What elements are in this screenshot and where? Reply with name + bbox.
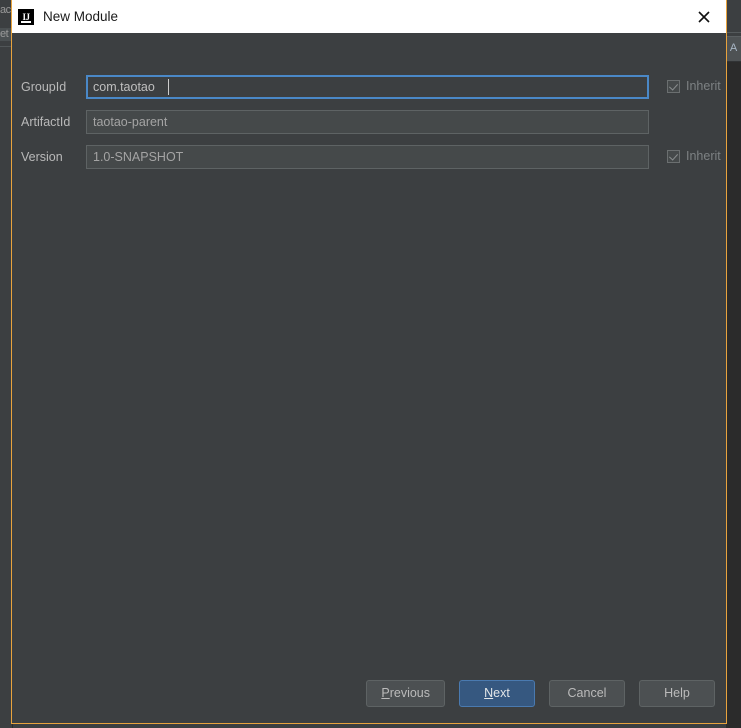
previous-button-label: revious	[389, 685, 430, 700]
version-label: Version	[21, 150, 63, 164]
help-button[interactable]: Help	[639, 679, 715, 707]
close-icon[interactable]	[681, 0, 726, 33]
new-module-dialog: IJ New Module GroupId Inherit ArtifactId…	[11, 0, 727, 724]
previous-button[interactable]: Previous	[366, 679, 445, 707]
help-button-label: Help	[664, 685, 690, 700]
inherit-groupid-label: Inherit	[686, 79, 721, 93]
inherit-groupid-checkbox[interactable]	[667, 79, 680, 93]
artifactid-input[interactable]	[86, 110, 649, 134]
previous-button-mnemonic: P	[381, 685, 390, 700]
ide-right-strip-divider	[726, 32, 741, 33]
form-row-version: Version	[12, 145, 726, 169]
cancel-button[interactable]: Cancel	[549, 679, 625, 707]
inherit-version-group[interactable]: Inherit	[667, 149, 721, 163]
inherit-groupid-group[interactable]: Inherit	[667, 79, 721, 93]
dialog-body: GroupId Inherit ArtifactId Version Inher…	[12, 33, 726, 723]
next-button[interactable]: Next	[459, 679, 535, 707]
dialog-title-bar: IJ New Module	[11, 0, 727, 33]
dialog-button-bar: Previous Next Cancel Help	[12, 679, 726, 707]
text-caret	[168, 79, 169, 95]
artifactid-label: ArtifactId	[21, 115, 71, 129]
version-input[interactable]	[86, 145, 649, 169]
groupid-input[interactable]	[86, 75, 649, 99]
ide-right-strip-tab[interactable]: A	[726, 36, 741, 62]
cancel-button-label: Cancel	[567, 685, 607, 700]
inherit-version-checkbox[interactable]	[667, 149, 680, 163]
form-row-groupid: GroupId	[12, 75, 726, 99]
groupid-label: GroupId	[21, 80, 67, 94]
ide-editor-area	[726, 60, 741, 728]
ide-right-toolwindow-strip: A	[726, 0, 741, 728]
intellij-logo-icon: IJ	[18, 8, 34, 25]
next-button-mnemonic: N	[484, 685, 494, 700]
inherit-version-label: Inherit	[686, 149, 721, 163]
next-button-label: ext	[493, 685, 510, 700]
form-row-artifactid: ArtifactId	[12, 110, 726, 134]
dialog-title: New Module	[43, 9, 119, 24]
